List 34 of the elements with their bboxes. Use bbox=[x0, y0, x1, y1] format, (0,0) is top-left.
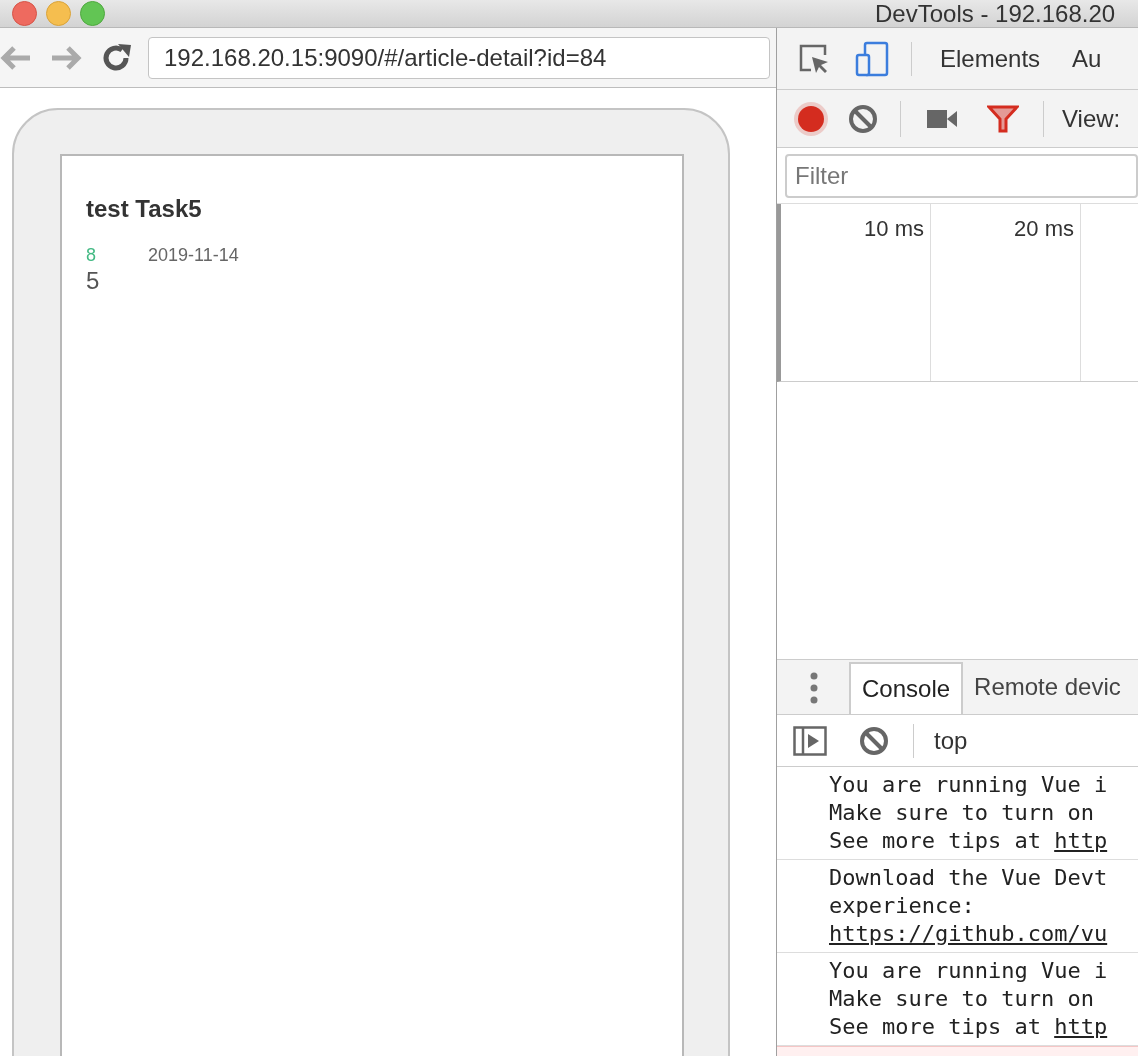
console-message-line: experience: bbox=[829, 892, 976, 920]
drawer-tab[interactable]: Remote devic bbox=[963, 662, 1132, 714]
view-count: 8 bbox=[86, 244, 97, 266]
filter-icon[interactable] bbox=[987, 104, 1019, 133]
clear-console-icon[interactable] bbox=[859, 725, 889, 756]
view-label: View: bbox=[1062, 103, 1121, 134]
console-message-line: See more tips at http bbox=[829, 827, 1109, 855]
close-window-icon[interactable] bbox=[12, 1, 37, 26]
console-message-line: See more tips at http bbox=[829, 1013, 1109, 1041]
console-link[interactable]: https://github.com/vu bbox=[829, 920, 1138, 948]
time-tick-label: 20 ms bbox=[1014, 216, 1074, 241]
device-toolbar-icon[interactable] bbox=[855, 40, 889, 77]
article-body: 5 bbox=[86, 266, 101, 296]
console-message-line: You are running Vue i bbox=[829, 957, 1109, 985]
console-link[interactable]: http bbox=[1054, 828, 1108, 853]
address-bar[interactable]: 192.168.20.15:9090/#/article-detail?id=84 bbox=[148, 36, 770, 79]
video-camera-icon[interactable] bbox=[927, 108, 957, 129]
window-title: DevTools - 192.168.20 bbox=[875, 0, 1116, 28]
more-options-icon[interactable] bbox=[809, 672, 819, 704]
drawer-tab[interactable]: Console bbox=[849, 662, 964, 714]
article-date: 2019-11-14 bbox=[148, 244, 239, 266]
time-tick-label: 10 ms bbox=[864, 216, 924, 241]
console-link[interactable]: http bbox=[1054, 1014, 1108, 1039]
article-title: test Task5 bbox=[86, 194, 203, 224]
clear-icon[interactable] bbox=[848, 103, 878, 134]
console-message-line: Make sure to turn on bbox=[829, 799, 1095, 827]
panel-tab[interactable]: Elements bbox=[926, 28, 1055, 89]
console-message-line: You are running Vue i bbox=[829, 771, 1109, 799]
sidebar-toggle-icon[interactable] bbox=[793, 725, 827, 756]
filter-field[interactable]: Filter bbox=[785, 153, 1138, 198]
context-selector[interactable]: top bbox=[934, 722, 968, 759]
console-message-line: Make sure to turn on bbox=[829, 985, 1095, 1013]
console-message-line: Download the Vue Devt bbox=[829, 864, 1109, 892]
panel-tab[interactable]: Au bbox=[1058, 28, 1116, 89]
